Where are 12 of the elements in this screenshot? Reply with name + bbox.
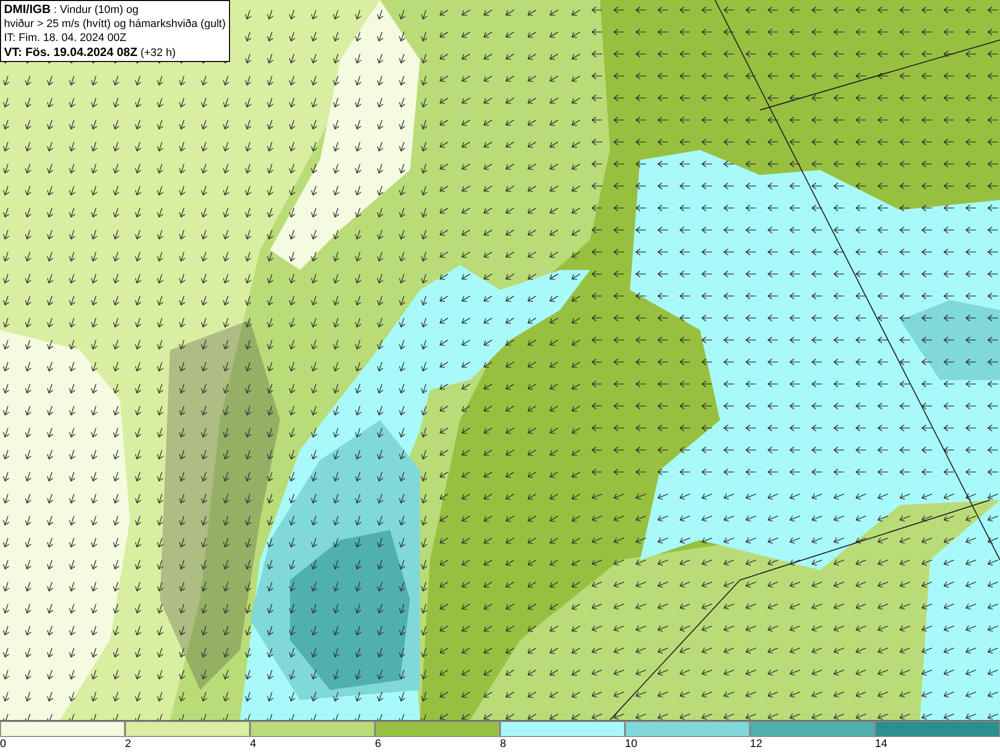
legend-label: 12 (750, 737, 762, 752)
legend-label: 10 (625, 737, 638, 752)
title-line: IT: Fim. 18. 04. 2024 00Z (4, 31, 128, 45)
legend-label: 8 (500, 737, 506, 752)
title-line: DMI/IGB : Vindur (10m) og (4, 2, 140, 17)
title-line: hviður > 25 m/s (hvítt) og hámarkshviða (gult) (4, 17, 226, 31)
legend-label: 14 (875, 737, 888, 752)
legend-label: 6 (375, 737, 382, 752)
legend-label: 0 (0, 737, 6, 752)
legend-label: 2 (125, 737, 132, 752)
legend-label: 4 (250, 737, 256, 752)
title-line: VT: Fös. 19.04.2024 08Z (+32 h) (4, 45, 177, 60)
